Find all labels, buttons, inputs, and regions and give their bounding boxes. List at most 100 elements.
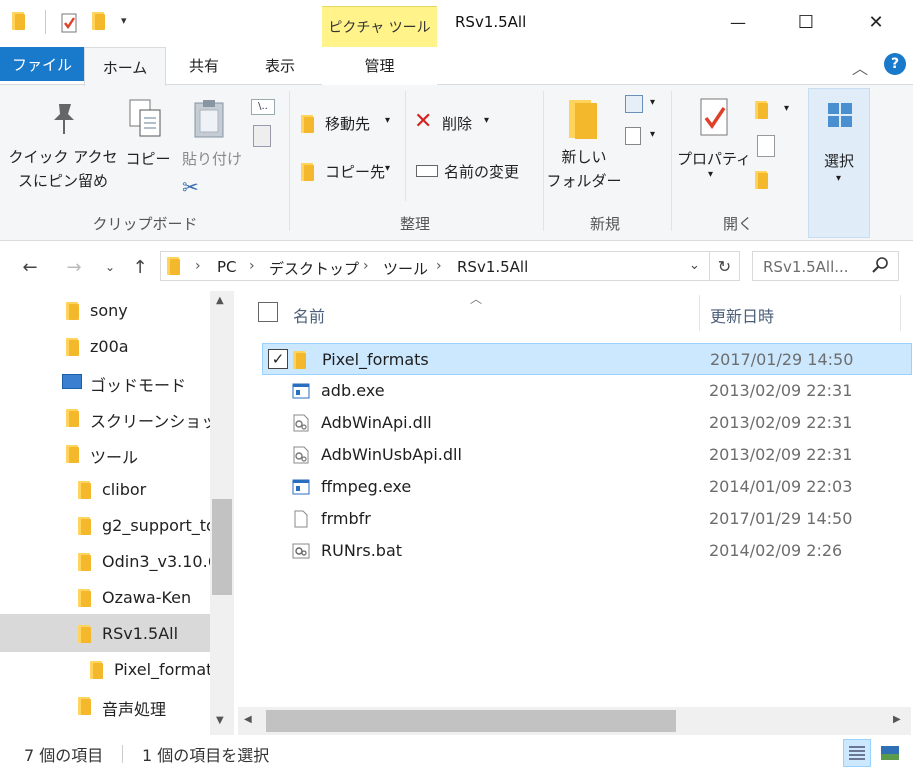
column-header-name[interactable]: 名前 xyxy=(293,303,325,327)
breadcrumb-current[interactable]: RSv1.5All xyxy=(457,258,528,276)
back-button[interactable]: ← xyxy=(16,255,44,279)
tab-home[interactable]: ホーム xyxy=(84,47,166,86)
properties-icon[interactable] xyxy=(60,12,80,33)
tab-manage[interactable]: 管理 xyxy=(322,45,437,85)
refresh-button[interactable]: ↻ xyxy=(710,251,740,281)
large-icons-view-button[interactable] xyxy=(876,739,904,767)
easy-access-icon[interactable] xyxy=(625,127,641,145)
scroll-down-icon[interactable]: ▼ xyxy=(216,715,224,726)
select-icon xyxy=(828,103,852,127)
file-row[interactable]: ✓ Pixel_formats 2017/01/29 14:50 xyxy=(262,343,912,375)
breadcrumb-separator[interactable]: › xyxy=(363,258,369,274)
scrollbar-thumb[interactable] xyxy=(266,710,676,732)
new-item-icon[interactable] xyxy=(625,95,643,113)
select-button[interactable]: 選択 ▾ xyxy=(808,88,870,238)
details-view-button[interactable] xyxy=(843,739,871,767)
group-separator xyxy=(671,91,672,231)
row-checkbox[interactable]: ✓ xyxy=(268,349,288,369)
collapse-ribbon-icon[interactable]: ︿ xyxy=(852,55,868,79)
chevron-down-icon[interactable]: ⌄ xyxy=(689,258,700,273)
maximize-button[interactable]: ☐ xyxy=(783,0,829,45)
scroll-right-icon[interactable]: ▶ xyxy=(893,714,901,725)
tree-item[interactable]: RSv1.5All xyxy=(0,616,210,652)
quick-access-dropdown-icon[interactable]: ▾ xyxy=(121,14,127,27)
select-all-checkbox[interactable] xyxy=(258,302,278,322)
forward-button[interactable]: → xyxy=(60,255,88,279)
tree-item[interactable]: 音声処理 xyxy=(0,688,210,724)
chevron-down-icon[interactable]: ▾ xyxy=(650,97,655,108)
chevron-down-icon[interactable]: ▾ xyxy=(708,169,713,180)
copy-path-icon[interactable]: \.. xyxy=(251,99,275,115)
address-bar[interactable]: › PC › デスクトップ › ツール › RSv1.5All ⌄ xyxy=(160,251,710,281)
up-button[interactable]: ↑ xyxy=(126,255,154,279)
help-icon[interactable]: ? xyxy=(884,53,906,75)
file-row[interactable]: AdbWinApi.dll 2013/02/09 22:31 xyxy=(262,407,912,439)
copy-button[interactable]: コピー xyxy=(118,147,178,171)
breadcrumb-separator[interactable]: › xyxy=(249,258,255,274)
navigation-scrollbar[interactable]: ▲ ▼ xyxy=(210,291,234,735)
new-group-label: 新規 xyxy=(589,215,620,233)
tree-item[interactable]: スクリーンショット xyxy=(0,400,233,436)
file-modified-date: 2013/02/09 22:31 xyxy=(709,445,853,464)
copy-to-button[interactable]: コピー先 ▾ xyxy=(299,159,409,187)
breadcrumb-separator[interactable]: › xyxy=(436,258,442,274)
file-row[interactable]: AdbWinUsbApi.dll 2013/02/09 22:31 xyxy=(262,439,912,471)
scroll-up-icon[interactable]: ▲ xyxy=(216,295,224,306)
open-group-label: 開く xyxy=(722,215,753,233)
file-name: ffmpeg.exe xyxy=(321,477,412,496)
scrollbar-thumb[interactable] xyxy=(212,499,232,595)
tab-share[interactable]: 共有 xyxy=(172,45,236,85)
history-icon[interactable] xyxy=(755,171,777,191)
breadcrumb-desktop[interactable]: デスクトップ xyxy=(269,258,359,279)
file-row[interactable]: frmbfr 2017/01/29 14:50 xyxy=(262,503,912,535)
column-divider[interactable] xyxy=(900,295,901,331)
pin-quick-access-button[interactable]: クイック アクセ スにピン留め xyxy=(8,145,118,193)
file-row[interactable]: RUNrs.bat 2014/02/09 2:26 xyxy=(262,535,912,567)
new-folder-button[interactable]: 新しい フォルダー xyxy=(544,145,624,193)
recent-locations-button[interactable]: ⌄ xyxy=(96,255,124,279)
tab-view[interactable]: 表示 xyxy=(248,45,312,85)
new-folder-icon[interactable] xyxy=(92,12,112,32)
scroll-left-icon[interactable]: ◀ xyxy=(244,714,252,725)
search-input[interactable]: RSv1.5All... xyxy=(752,251,899,281)
tab-file[interactable]: ファイル xyxy=(0,47,84,81)
paste-shortcut-icon[interactable] xyxy=(253,125,271,147)
tree-item[interactable]: sony xyxy=(0,293,210,329)
tree-item[interactable]: Ozawa-Ken xyxy=(0,580,210,616)
file-icon xyxy=(292,510,310,528)
folder-icon xyxy=(66,409,80,427)
minimize-button[interactable]: — xyxy=(715,0,761,45)
tree-item[interactable]: g2_support_to xyxy=(0,508,216,544)
column-divider[interactable] xyxy=(699,295,700,331)
paste-button[interactable]: 貼り付け xyxy=(176,147,248,171)
tree-item[interactable]: z00a xyxy=(0,329,210,365)
tree-item[interactable]: Pixel_format xyxy=(0,652,212,688)
chevron-down-icon[interactable]: ▾ xyxy=(650,129,655,140)
breadcrumb-tools[interactable]: ツール xyxy=(383,258,428,279)
breadcrumb-pc[interactable]: PC xyxy=(217,258,237,276)
copy-icon xyxy=(126,97,166,141)
close-button[interactable]: ✕ xyxy=(853,0,899,45)
file-name: AdbWinUsbApi.dll xyxy=(321,445,462,464)
folder-icon xyxy=(78,481,92,499)
tree-item[interactable]: ツール xyxy=(0,436,210,472)
dll-icon xyxy=(292,446,310,464)
rename-button[interactable]: 名前の変更 xyxy=(414,159,539,187)
delete-button[interactable]: ✕ 削除 ▾ xyxy=(414,109,504,139)
copy-to-icon xyxy=(301,163,315,185)
pin-icon xyxy=(44,99,84,139)
column-header-modified[interactable]: 更新日時 xyxy=(710,303,774,327)
move-to-button[interactable]: 移動先 ▾ xyxy=(299,111,409,139)
edit-icon[interactable] xyxy=(757,135,775,157)
tree-item[interactable]: clibor xyxy=(0,472,210,508)
properties-button[interactable]: プロパティ xyxy=(676,147,752,171)
tree-item[interactable]: ゴッドモード xyxy=(0,364,210,400)
open-icon[interactable] xyxy=(755,101,777,119)
cut-icon[interactable]: ✂ xyxy=(182,175,199,199)
tree-item[interactable]: Odin3_v3.10.6 xyxy=(0,544,218,580)
file-row[interactable]: ffmpeg.exe 2014/01/09 22:03 xyxy=(262,471,912,503)
folder-icon[interactable] xyxy=(12,12,32,32)
breadcrumb-separator[interactable]: › xyxy=(195,258,201,274)
file-row[interactable]: adb.exe 2013/02/09 22:31 xyxy=(262,375,912,407)
chevron-down-icon[interactable]: ▾ xyxy=(784,103,789,114)
